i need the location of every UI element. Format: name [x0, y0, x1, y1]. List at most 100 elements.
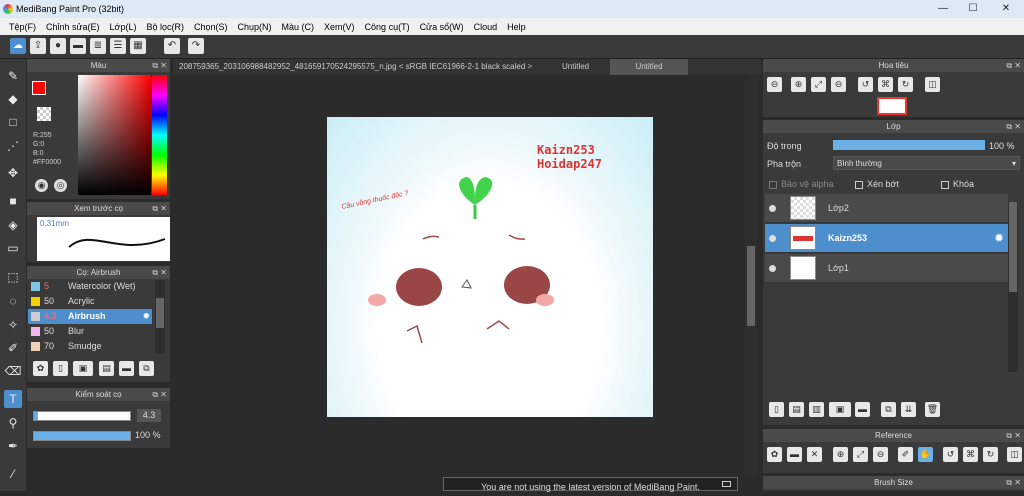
- close-button[interactable]: ✕: [992, 3, 1020, 15]
- zoom-out-icon[interactable]: ⊖: [873, 447, 888, 462]
- duplicate-layer-icon[interactable]: ⧉: [881, 402, 896, 417]
- brush-item[interactable]: 70 Smudge: [28, 339, 152, 354]
- layer-folder-icon[interactable]: ▬: [855, 402, 870, 417]
- brush-opacity-slider[interactable]: [33, 431, 131, 441]
- artboard[interactable]: Kaizn253 Hoidap247 Cầu vồng thuốc độc ?: [327, 117, 653, 417]
- layer-opacity-slider[interactable]: [833, 140, 985, 150]
- gradient-tool-icon[interactable]: ▭: [4, 239, 22, 257]
- comment-icon[interactable]: ●: [50, 38, 66, 54]
- tab-document[interactable]: 208759365_203106988482952_48165917052429…: [173, 59, 545, 75]
- maximize-button[interactable]: ☐: [962, 3, 984, 15]
- canvas-vscrollbar[interactable]: [745, 76, 757, 476]
- menu-cloud[interactable]: Cloud: [474, 22, 498, 32]
- gear-icon[interactable]: ✹: [142, 309, 150, 324]
- bucket-tool-icon[interactable]: ◈: [4, 216, 22, 234]
- notice-close-icon[interactable]: [722, 481, 731, 487]
- zoom-out-nav-icon[interactable]: ⊖: [767, 77, 782, 92]
- list-icon[interactable]: ☰: [110, 38, 126, 54]
- new-layer-icon[interactable]: ▯: [769, 402, 784, 417]
- folder-icon[interactable]: ▬: [119, 361, 134, 376]
- cloud-icon[interactable]: ☁: [10, 38, 26, 54]
- brush-list-scrollbar[interactable]: [155, 280, 165, 354]
- layer-row[interactable]: Lớp1: [765, 254, 1008, 283]
- menu-edit[interactable]: Chỉnh sửa(E): [46, 22, 100, 32]
- select-eraser-icon[interactable]: ⌫: [4, 362, 22, 380]
- eyedropper-icon[interactable]: ✐: [898, 447, 913, 462]
- layer-row-selected[interactable]: Kaizn253 ✹: [765, 224, 1008, 253]
- tab-untitled-1[interactable]: Untitled: [556, 59, 595, 75]
- dot-tool-icon[interactable]: ⋰: [4, 137, 22, 155]
- zoom-out-icon[interactable]: ⊖: [831, 77, 846, 92]
- minimize-button[interactable]: —: [932, 3, 954, 15]
- menu-select[interactable]: Chọn(S): [194, 22, 228, 32]
- new-brush-icon[interactable]: ▯: [53, 361, 68, 376]
- menu-window[interactable]: Cửa sổ(W): [420, 22, 464, 32]
- add-brush-icon[interactable]: ✿: [33, 361, 48, 376]
- panel-close-icon[interactable]: ⧉ ✕: [152, 59, 167, 72]
- fit-icon[interactable]: ⤢: [811, 77, 826, 92]
- visibility-icon[interactable]: [769, 235, 776, 242]
- fit-icon[interactable]: ⤢: [853, 447, 868, 462]
- brush-item-selected[interactable]: 4.3 Airbrush ✹: [28, 309, 152, 324]
- tab-untitled-2[interactable]: Untitled: [610, 59, 688, 75]
- brush-item[interactable]: 5 Watercolor (Wet): [28, 279, 152, 294]
- rect-tool-icon[interactable]: □: [4, 113, 22, 131]
- brush-edit-icon[interactable]: ▤: [99, 361, 114, 376]
- blend-mode-select[interactable]: Bình thường ▾: [833, 156, 1020, 170]
- panel-close-icon[interactable]: ⧉ ✕: [152, 202, 167, 215]
- grid-icon[interactable]: ▦: [130, 38, 146, 54]
- new-8bit-layer-icon[interactable]: ▥: [809, 402, 824, 417]
- panel-close-icon[interactable]: ⧉ ✕: [1006, 476, 1021, 489]
- menu-snap[interactable]: Chụp(N): [238, 22, 272, 32]
- redo-icon[interactable]: ↷: [188, 38, 204, 54]
- menu-help[interactable]: Help: [507, 22, 526, 32]
- foreground-swatch[interactable]: [32, 81, 46, 95]
- merge-layer-icon[interactable]: ⇊: [901, 402, 916, 417]
- menu-color[interactable]: Màu (C): [282, 22, 315, 32]
- panel-close-icon[interactable]: ⧉ ✕: [1006, 429, 1021, 442]
- undo-icon[interactable]: ↶: [164, 38, 180, 54]
- delete-layer-icon[interactable]: 🗑: [925, 402, 940, 417]
- zoom-in-icon[interactable]: ⊕: [791, 77, 806, 92]
- protect-alpha-checkbox[interactable]: Bảo vệ alpha: [769, 179, 834, 189]
- reset-rotate-icon[interactable]: ⌘: [878, 77, 893, 92]
- brush-tool-icon[interactable]: ✎: [4, 67, 22, 85]
- brush-item[interactable]: 50 Acrylic: [28, 294, 152, 309]
- flip-icon[interactable]: ◫: [1007, 447, 1022, 462]
- brush-size-value[interactable]: 4.3: [137, 409, 161, 422]
- reference-close-icon[interactable]: ✕: [807, 447, 822, 462]
- lasso-tool-icon[interactable]: ◌: [4, 292, 22, 310]
- menu-layer[interactable]: Lớp(L): [110, 22, 137, 32]
- palette-settings-icon[interactable]: ◎: [54, 179, 67, 192]
- divide-tool-icon[interactable]: ✒: [4, 437, 22, 455]
- rotate-right-icon[interactable]: ↻: [898, 77, 913, 92]
- document-icon[interactable]: ≣: [90, 38, 106, 54]
- magic-wand-icon[interactable]: ✧: [4, 316, 22, 334]
- select-tool-icon[interactable]: ⬚: [4, 268, 22, 286]
- palette-icon[interactable]: ◉: [35, 179, 48, 192]
- zoom-in-icon[interactable]: ⊕: [833, 447, 848, 462]
- reset-rotate-icon[interactable]: ⌘: [963, 447, 978, 462]
- clipping-checkbox[interactable]: Xén bớt: [855, 179, 899, 189]
- gear-icon[interactable]: ✹: [994, 231, 1004, 245]
- select-pen-icon[interactable]: ✐: [4, 339, 22, 357]
- rotate-left-icon[interactable]: ↺: [858, 77, 873, 92]
- visibility-icon[interactable]: [769, 205, 776, 212]
- panel-close-icon[interactable]: ⧉ ✕: [1006, 59, 1021, 72]
- lock-checkbox[interactable]: Khóa: [941, 179, 974, 189]
- brush-item[interactable]: 50 Blur: [28, 324, 152, 339]
- reference-add-icon[interactable]: ✿: [767, 447, 782, 462]
- move-tool-icon[interactable]: ✥: [4, 164, 22, 182]
- rotate-right-icon[interactable]: ↻: [983, 447, 998, 462]
- hue-slider[interactable]: [152, 75, 167, 195]
- brush-settings-icon[interactable]: ▣: [73, 361, 93, 376]
- chat-icon[interactable]: ▬: [70, 38, 86, 54]
- navigator-thumbnail[interactable]: [877, 97, 907, 115]
- visibility-icon[interactable]: [769, 265, 776, 272]
- eraser-tool-icon[interactable]: ◆: [4, 90, 22, 108]
- brush-size-slider[interactable]: [33, 411, 131, 421]
- text-tool-icon[interactable]: T: [4, 390, 22, 408]
- hand-icon[interactable]: ✋: [918, 447, 933, 462]
- menu-file[interactable]: Tệp(F): [9, 22, 36, 32]
- new-halftone-layer-icon[interactable]: ▤: [789, 402, 804, 417]
